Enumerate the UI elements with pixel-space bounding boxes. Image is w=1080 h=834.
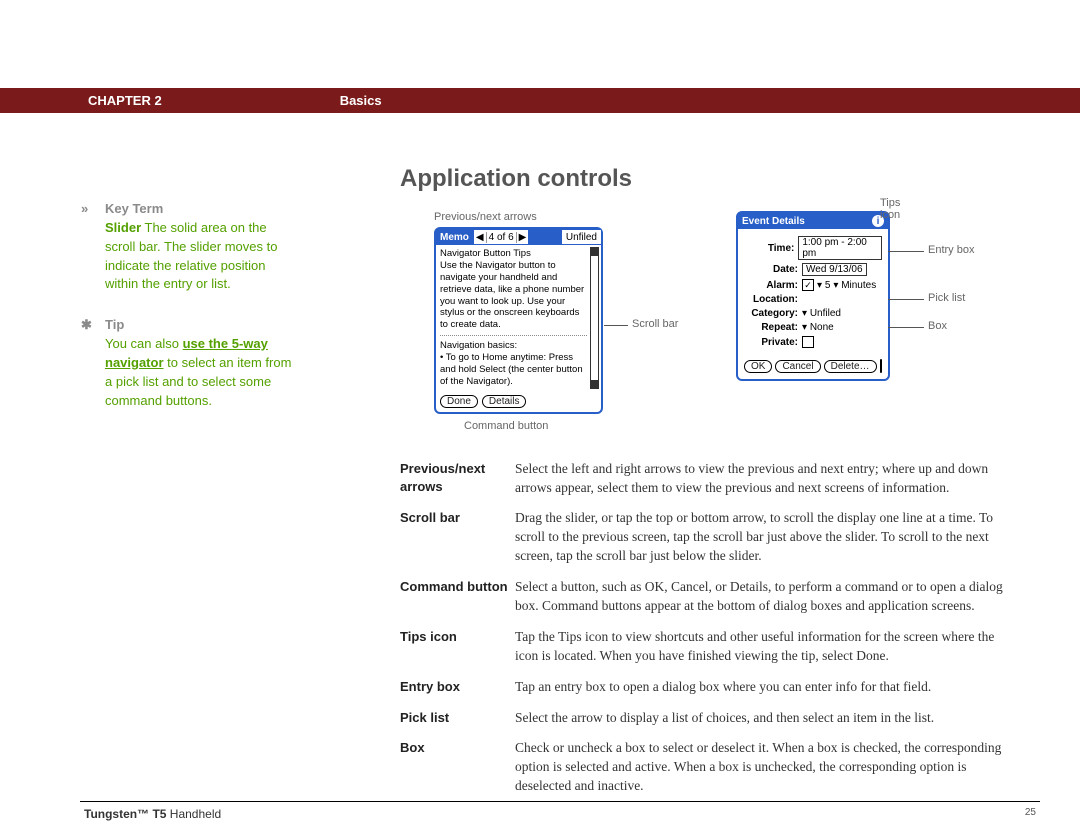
product-rest: Handheld <box>166 807 221 821</box>
time-entry-box[interactable]: 1:00 pm - 2:00 pm <box>798 236 882 260</box>
definition-row: Previous/next arrowsSelect the left and … <box>400 460 1010 498</box>
category-picklist[interactable]: Unfiled <box>802 308 841 319</box>
main-content: Application controls Previous/next arrow… <box>400 165 1010 808</box>
repeat-label: Repeat: <box>744 322 802 333</box>
definition-desc: Tap an entry box to open a dialog box wh… <box>515 678 1010 697</box>
memo-nav: ◀ 4 of 6 ▶ <box>474 230 528 244</box>
definition-row: Command buttonSelect a button, such as O… <box>400 578 1010 616</box>
footer-rule <box>80 801 1040 802</box>
memo-body: Navigator Button Tips Use the Navigator … <box>436 245 601 391</box>
caption-box: Box <box>928 320 947 332</box>
memo-title: Memo <box>436 232 473 243</box>
memo-category-picklist[interactable]: Unfiled <box>562 230 601 244</box>
caption-scroll-bar: Scroll bar <box>632 318 678 330</box>
location-label: Location: <box>744 294 802 305</box>
date-label: Date: <box>744 264 802 275</box>
definition-desc: Select the arrow to display a list of ch… <box>515 709 1010 728</box>
alarm-num-picklist[interactable]: 5 <box>817 280 830 291</box>
alarm-checkbox[interactable]: ✓ <box>802 279 814 291</box>
keyterm-term: Slider <box>105 220 141 235</box>
time-label: Time: <box>744 243 798 254</box>
event-buttons: OK Cancel Delete… <box>738 355 888 379</box>
caption-prev-next: Previous/next arrows <box>434 211 650 223</box>
separator <box>440 335 587 336</box>
definition-row: Pick listSelect the arrow to display a l… <box>400 709 1010 728</box>
done-button[interactable]: Done <box>440 395 478 408</box>
date-entry-box[interactable]: Wed 9/13/06 <box>802 263 867 276</box>
repeat-picklist[interactable]: None <box>802 322 834 333</box>
definition-term: Command button <box>400 578 515 616</box>
definitions-table: Previous/next arrowsSelect the left and … <box>400 460 1010 796</box>
tip-pre: You can also <box>105 336 183 351</box>
category-label: Category: <box>744 308 802 319</box>
private-label: Private: <box>744 337 802 348</box>
definition-term: Previous/next arrows <box>400 460 515 498</box>
event-title: Event Details <box>742 216 805 227</box>
tip-icon: ✱ <box>81 316 92 335</box>
definition-row: Entry boxTap an entry box to open a dial… <box>400 678 1010 697</box>
memo-line: • To go to Home anytime: Press and hold … <box>440 352 587 388</box>
definition-row: BoxCheck or uncheck a box to select or d… <box>400 739 1010 796</box>
page-number: 25 <box>1025 807 1036 818</box>
caption-tips-icon: Tips icon <box>880 197 900 221</box>
definition-term: Box <box>400 739 515 796</box>
product-bold: Tungsten™ T5 <box>84 807 166 821</box>
definition-row: Scroll barDrag the slider, or tap the to… <box>400 509 1010 566</box>
definition-desc: Drag the slider, or tap the top or botto… <box>515 509 1010 566</box>
memo-line: Use the Navigator button to navigate you… <box>440 260 587 331</box>
memo-titlebar: Memo ◀ 4 of 6 ▶ Unfiled <box>436 229 601 245</box>
scroll-bar[interactable] <box>590 247 599 389</box>
chapter-banner: CHAPTER 2 Basics <box>0 88 1080 113</box>
definition-desc: Select the left and right arrows to view… <box>515 460 1010 498</box>
event-body: Time: 1:00 pm - 2:00 pm Date: Wed 9/13/0… <box>738 229 888 355</box>
event-details-device: Event Details i Time: 1:00 pm - 2:00 pm … <box>736 211 890 381</box>
tip-heading: Tip <box>105 317 124 332</box>
alarm-label: Alarm: <box>744 280 802 291</box>
definition-term: Scroll bar <box>400 509 515 566</box>
page-title: Application controls <box>400 165 1010 193</box>
product-name: Tungsten™ T5 Handheld <box>84 807 221 821</box>
section-label: Basics <box>340 93 382 108</box>
ok-button[interactable]: OK <box>744 360 772 373</box>
sidebar: » Key Term Slider The solid area on the … <box>105 200 295 432</box>
caption-entry-box: Entry box <box>928 244 974 256</box>
definition-term: Tips icon <box>400 628 515 666</box>
prev-arrow-icon[interactable]: ◀ <box>474 232 487 243</box>
definition-desc: Check or uncheck a box to select or dese… <box>515 739 1010 796</box>
definition-desc: Tap the Tips icon to view shortcuts and … <box>515 628 1010 666</box>
caption-command-button: Command button <box>464 420 650 432</box>
note-icon[interactable] <box>880 359 883 373</box>
leader-line <box>888 299 924 300</box>
next-arrow-icon[interactable]: ▶ <box>517 232 529 243</box>
delete-button[interactable]: Delete… <box>824 360 877 373</box>
tip-block: ✱ Tip You can also use the 5-way navigat… <box>105 316 295 410</box>
keyterm-icon: » <box>81 200 88 219</box>
memo-line: Navigator Button Tips <box>440 248 587 260</box>
alarm-unit-picklist[interactable]: Minutes <box>833 280 876 291</box>
keyterm-block: » Key Term Slider The solid area on the … <box>105 200 295 294</box>
memo-device: Memo ◀ 4 of 6 ▶ Unfiled Navigator Button… <box>434 227 603 414</box>
event-titlebar: Event Details i <box>738 213 888 229</box>
definition-desc: Select a button, such as OK, Cancel, or … <box>515 578 1010 616</box>
figure-row: Previous/next arrows Memo ◀ 4 of 6 ▶ Unf… <box>400 211 1010 432</box>
definition-term: Pick list <box>400 709 515 728</box>
cancel-button[interactable]: Cancel <box>775 360 820 373</box>
definition-row: Tips iconTap the Tips icon to view short… <box>400 628 1010 666</box>
definition-term: Entry box <box>400 678 515 697</box>
keyterm-heading: Key Term <box>105 201 163 216</box>
memo-counter: 4 of 6 <box>487 232 517 243</box>
chapter-label: CHAPTER 2 <box>88 93 162 108</box>
memo-line: Navigation basics: <box>440 340 587 352</box>
caption-pick-list: Pick list <box>928 292 965 304</box>
leader-line <box>604 325 628 326</box>
leader-line <box>888 327 924 328</box>
leader-line <box>888 251 924 252</box>
details-button[interactable]: Details <box>482 395 527 408</box>
private-checkbox[interactable] <box>802 336 814 348</box>
memo-buttons: Done Details <box>436 391 601 412</box>
